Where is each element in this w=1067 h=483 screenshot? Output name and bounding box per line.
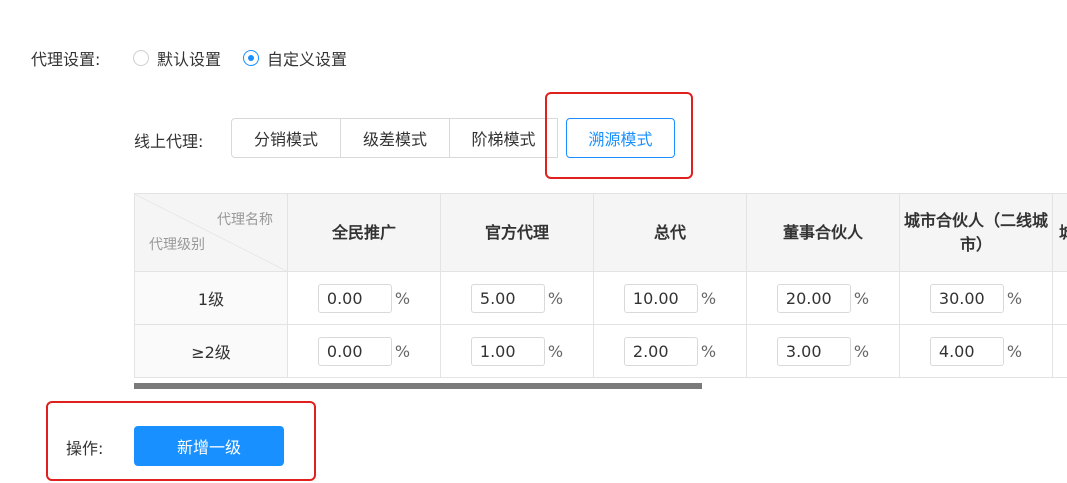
agent-settings-label: 代理设置:	[31, 50, 101, 69]
agent-settings-page: 代理设置: 默认设置 自定义设置 线上代理: 分销模式 级差模式 阶梯模式 溯源…	[0, 0, 1067, 483]
percent-unit: %	[547, 341, 564, 361]
clipped-cell	[1052, 271, 1067, 325]
rate-input[interactable]	[317, 336, 392, 366]
column-header: 董事合伙人	[746, 193, 900, 272]
percent-unit: %	[394, 341, 411, 361]
radio-checked-icon[interactable]	[243, 50, 260, 66]
mode-tab-ladder[interactable]: 阶梯模式	[450, 118, 558, 158]
corner-agent-level: 代理级别	[149, 237, 205, 253]
column-header: 官方代理	[440, 193, 594, 272]
percent-unit: %	[853, 288, 870, 308]
level-cell: ≥2级	[134, 324, 288, 378]
percent-unit: %	[547, 288, 564, 308]
rate-input[interactable]	[317, 283, 392, 313]
radio-default-label: 默认设置	[157, 50, 222, 69]
rate-input[interactable]	[623, 283, 698, 313]
agent-commission-table: 代理名称 代理级别 全民推广 官方代理 总代 董事合伙人 城市合伙人（二线城市）…	[134, 193, 1067, 379]
percent-unit: %	[1006, 288, 1023, 308]
column-header: 城市合伙人（二线城市）	[899, 193, 1053, 272]
highlight-box-operation	[46, 401, 316, 481]
table-row: ≥2级 % % % % %	[134, 324, 1067, 378]
table-row: 1级 % % % % %	[134, 271, 1067, 325]
level-cell: 1级	[134, 271, 288, 325]
radio-custom-settings[interactable]: 自定义设置	[243, 46, 347, 70]
percent-unit: %	[700, 341, 717, 361]
column-header: 城	[1052, 193, 1067, 272]
column-header: 全民推广	[287, 193, 441, 272]
radio-default-settings[interactable]: 默认设置	[133, 46, 221, 70]
rate-input[interactable]	[929, 336, 1004, 366]
percent-unit: %	[1006, 341, 1023, 361]
rate-input[interactable]	[776, 336, 851, 366]
column-header: 总代	[593, 193, 747, 272]
rate-input[interactable]	[470, 336, 545, 366]
clipped-cell	[1052, 324, 1067, 378]
mode-tab-differential[interactable]: 级差模式	[341, 118, 450, 158]
table-horizontal-scrollbar[interactable]	[134, 383, 702, 389]
percent-unit: %	[394, 288, 411, 308]
radio-custom-label: 自定义设置	[267, 50, 348, 69]
agent-settings-radio-group: 默认设置 自定义设置	[133, 44, 369, 72]
table-corner-header: 代理名称 代理级别	[134, 193, 288, 272]
rate-input[interactable]	[776, 283, 851, 313]
mode-tab-distribution[interactable]: 分销模式	[231, 118, 341, 158]
rate-input[interactable]	[929, 283, 1004, 313]
rate-input[interactable]	[623, 336, 698, 366]
percent-unit: %	[853, 341, 870, 361]
online-agent-label: 线上代理:	[134, 132, 204, 151]
radio-unchecked-icon[interactable]	[133, 50, 149, 66]
highlight-box-mode	[545, 92, 693, 179]
corner-agent-name: 代理名称	[217, 212, 273, 228]
rate-input[interactable]	[470, 283, 545, 313]
percent-unit: %	[700, 288, 717, 308]
